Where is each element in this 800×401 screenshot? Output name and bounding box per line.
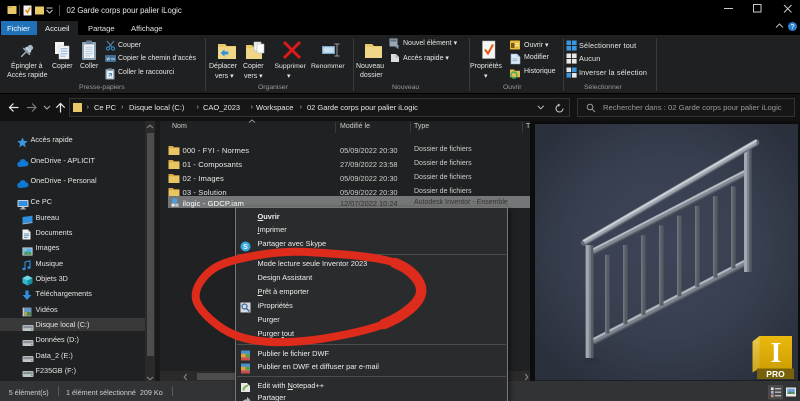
svg-text:S: S [243,244,248,251]
svg-text:PRO: PRO [766,369,785,379]
svg-text:?: ? [791,24,795,31]
svg-text:I: I [771,338,782,369]
svg-text:w: w [107,57,111,63]
